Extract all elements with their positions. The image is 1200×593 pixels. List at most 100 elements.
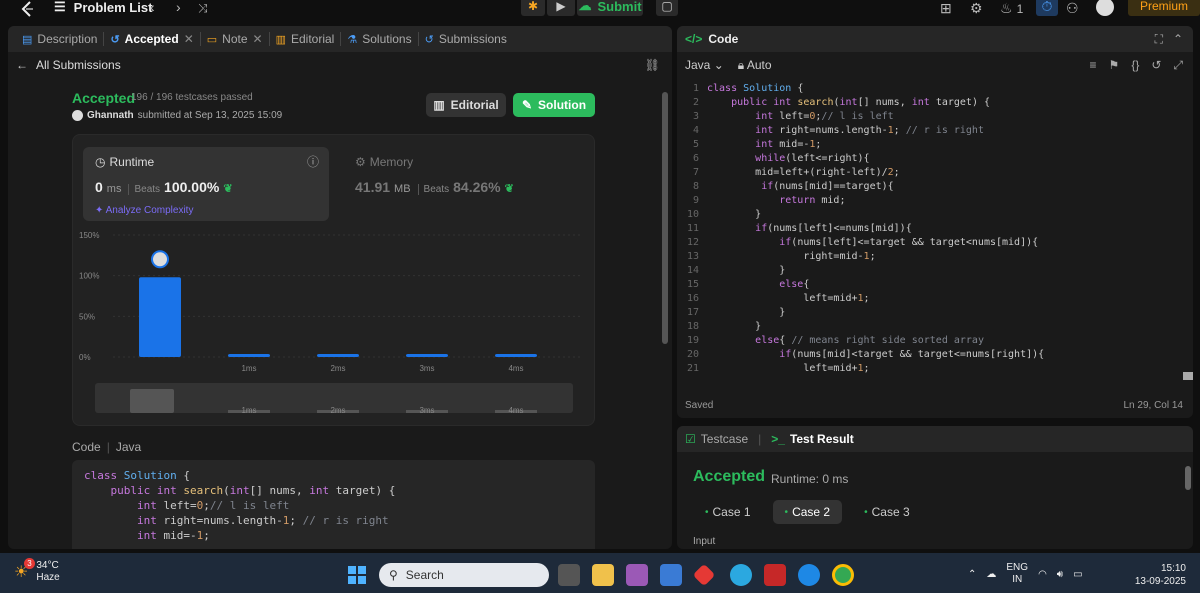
bookmark-icon[interactable]: ⚑ [1109,58,1120,73]
runtime-label: ◷ Runtime [95,155,155,169]
tab-test-result[interactable]: >_ Test Result [771,432,853,446]
history-icon: ↺ [424,33,434,46]
chevron-down-icon: ⌄ [713,58,724,72]
volume-icon[interactable]: 🔊︎ [1057,569,1063,580]
tab-description[interactable]: ▤ Description [16,26,103,52]
weather-icon: ☀ 3 [14,558,35,582]
add-user-icon[interactable]: ⚇ [1066,0,1079,17]
tab-submissions[interactable]: ↺ Submissions [419,26,513,52]
reset-icon[interactable]: ↺ [1151,58,1161,73]
gear-icon[interactable]: ⚙ [970,0,983,17]
tab-accepted[interactable]: ↺ Accepted ✕ [104,26,199,52]
avatar[interactable] [1096,0,1114,16]
temperature: 34°C [36,560,59,571]
case-2-tab[interactable]: • Case 2 [772,500,843,524]
runtime-box[interactable]: ◷ Runtime ⓘ 0 ms Beats 100.00% ❦ ✦ Analyz… [83,147,329,221]
chart-bar [228,354,270,357]
wifi-icon[interactable]: ◠ [1038,569,1047,580]
format-icon[interactable]: ≡ [1090,58,1097,73]
run-button[interactable]: ▶ [547,0,575,16]
close-icon[interactable]: ✕ [253,32,263,46]
cloud-upload-icon: ☁ [578,0,592,13]
layout-icon[interactable]: ⊞ [940,0,952,17]
expand-icon[interactable]: ⤢ [1173,58,1183,73]
debug-button[interactable]: ✱ [521,0,545,16]
taskbar-search[interactable]: ⚲ Search [379,563,549,587]
shuffle-icon[interactable]: ⤨ [198,1,208,16]
chrome-icon[interactable] [832,564,854,586]
solution-button[interactable]: ✎ Solution [513,93,595,117]
flame-icon: ♨ [1000,0,1013,16]
runtime-beats: 100.00% [164,179,220,195]
prev-problem-icon[interactable]: ‹ [150,0,155,15]
chevron-up-icon[interactable]: ⌃ [968,569,976,580]
scrollbar[interactable] [1185,466,1191,490]
link-icon[interactable]: ⛓ [645,58,660,72]
problem-list-link[interactable]: ☰ Problem List [54,0,152,15]
maximize-icon[interactable]: ⛶ [1155,32,1163,47]
x-tick-label: 4ms [508,364,523,373]
battery-icon[interactable]: ▭ [1073,569,1082,580]
analyze-complexity-link[interactable]: ✦ Analyze Complexity [95,205,193,216]
edge-icon[interactable] [798,564,820,586]
tab-testcase[interactable]: ☑ Testcase [685,432,748,446]
arrow-left-icon[interactable]: ← [16,58,28,72]
language-indicator[interactable]: ENG IN [1006,562,1028,586]
all-submissions-link[interactable]: All Submissions [36,58,121,72]
submission-status: Accepted [72,90,136,106]
language-select[interactable]: Java ⌄ [685,58,724,72]
result-runtime: Runtime: 0 ms [771,472,849,486]
case-3-tab[interactable]: • Case 3 [852,500,922,524]
mcafee-icon[interactable] [764,564,786,586]
chart-bar [406,354,448,357]
next-problem-icon[interactable]: › [176,0,181,15]
date: 13-09-2025 [1134,576,1186,587]
submission-panel: ▤ Description ↺ Accepted ✕ ▭ Note ✕ ▥ Editoria… [8,26,672,549]
tab-note[interactable]: ▭ Note ✕ [201,26,269,52]
info-icon[interactable]: ⓘ [307,153,319,170]
scrollbar[interactable] [662,92,668,344]
clock[interactable]: 15:10 13-09-2025 [1135,562,1186,588]
edit-icon: ✎ [521,98,533,112]
search-icon: ⚲ [389,568,398,582]
testcases-passed: 196 / 196 testcases passed [131,92,253,103]
code-icon: </> [685,32,703,46]
case-tabs: • Case 1 • Case 2 • Case 3 [693,500,922,524]
cloud-icon[interactable]: ☁ [986,569,996,580]
result-status: Accepted [693,468,766,485]
file-explorer-icon[interactable] [592,564,614,586]
collapse-icon[interactable]: ⌃ [1173,32,1183,46]
start-icon[interactable] [348,566,366,584]
book-icon: ▥ [433,98,445,112]
tab-solutions[interactable]: ⚗ Solutions [341,26,417,52]
top-bar: ☰ Problem List ‹ › ⤨ ✱ ▶ ☁ Submit ▢ ⊞ ⚙ … [0,0,1200,22]
notes-button[interactable]: ▢ [656,0,678,16]
clock-icon: ◷ [95,155,106,169]
app-icon[interactable] [730,564,752,586]
code-editor[interactable]: 1 class Solution { 2 public int search(in… [677,82,1193,386]
memory-box[interactable]: ⚙ Memory 41.91 MB Beats 84.26% ❦ [343,147,583,221]
code-editor-panel: </> Code ⛶ ⌃ Java ⌄ 🔒︎ Auto ≡ ⚑ {} ↺ ⤢ 1… [677,26,1193,418]
tab-editorial[interactable]: ▥ Editorial [270,26,341,52]
editorial-button[interactable]: ▥ Editorial [426,93,506,117]
copilot-icon[interactable] [626,564,648,586]
task-view-icon[interactable] [558,564,580,586]
braces-icon[interactable]: {} [1131,58,1139,73]
weather-badge: 3 [24,558,35,569]
mode-select[interactable]: 🔒︎ Auto [738,58,772,73]
save-status: Saved [685,400,714,411]
streak-counter[interactable]: ♨ 1 [1000,0,1023,17]
weather-widget[interactable]: ☀ 3 34°C Haze [14,558,60,584]
submit-button[interactable]: ☁ Submit [577,0,643,16]
bug-icon: ✱ [527,0,539,13]
close-icon[interactable]: ✕ [184,32,194,46]
premium-button[interactable]: Premium [1128,0,1200,16]
play-icon: ▶ [556,0,566,13]
submitter-name[interactable]: Ghannath [87,110,134,121]
premium-label: Premium [1139,0,1188,13]
case-1-tab[interactable]: • Case 1 [693,500,763,524]
leetcode-logo[interactable] [18,0,36,18]
store-icon[interactable] [660,564,682,586]
scrollbar[interactable] [1183,372,1193,380]
timer-icon[interactable]: ⏱ [1036,0,1058,16]
